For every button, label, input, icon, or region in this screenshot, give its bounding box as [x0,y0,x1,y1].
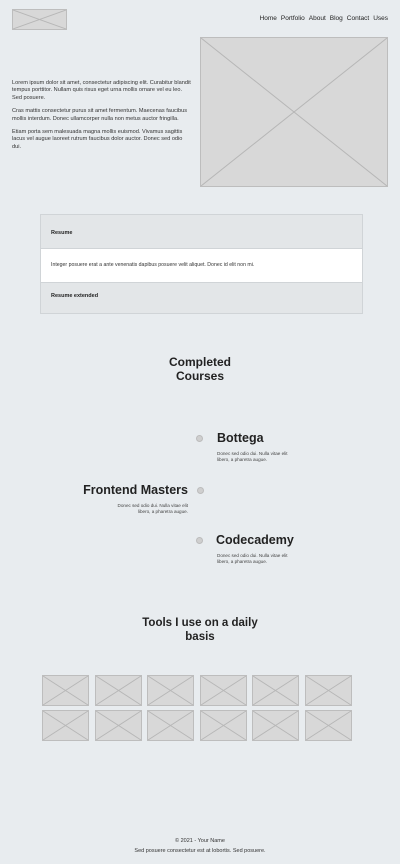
course-description: Donec sed odio dui. Nulla vitae elit lib… [217,451,288,462]
intro-paragraph: Cras mattis consectetur purus sit amet f… [12,108,188,122]
timeline-dot [197,487,204,494]
resume-accordion-header[interactable]: Resume [41,215,362,249]
hero-image [200,37,388,187]
nav-uses-link[interactable]: Uses [373,15,388,22]
tool-image [252,675,299,706]
tools-title-line: Tools I use on a daily [142,617,258,629]
nav-portfolio-link[interactable]: Portfolio [281,15,305,22]
tool-image [200,675,247,706]
nav-contact-link[interactable]: Contact [347,15,369,22]
timeline-dot [196,435,203,442]
courses-title: Completed Courses [0,355,400,384]
logo-image[interactable] [12,9,67,30]
resume-extended-header[interactable]: Resume extended [41,282,362,313]
tool-image [252,710,299,741]
page-footer: © 2021 - Your Name Sed posuere consectet… [0,838,400,858]
tools-title-line: basis [185,630,215,643]
tool-image [42,710,89,741]
nav-blog-link[interactable]: Blog [330,15,343,22]
tool-image [95,675,142,706]
courses-title-line: Courses [175,368,225,383]
course-description: Donec sed odio dui. Nulla vitae elit lib… [217,553,288,564]
tool-image [305,710,352,741]
nav-about-link[interactable]: About [309,15,326,22]
tools-title: Tools I use on a daily basis [0,617,400,645]
main-nav: Home Portfolio About Blog Contact Uses [260,15,388,22]
intro-text: Lorem ipsum dolor sit amet, consectetur … [12,80,192,157]
resume-accordion: Resume Integer posuere erat a ante venen… [40,214,363,314]
intro-paragraph: Etiam porta sem malesuada magna mollis e… [12,128,183,150]
tool-image [147,675,194,706]
intro-paragraph: Lorem ipsum dolor sit amet, consectetur … [12,80,191,101]
nav-home-link[interactable]: Home [260,15,277,22]
course-description: Donec sed odio dui. Nulla vitae elit lib… [117,503,188,514]
footer-copyright: © 2021 - Your Name [175,838,225,844]
course-title: Codecademy [216,533,294,547]
footer-tagline: Sed posuere consectetur est at lobortis.… [134,848,266,854]
course-title: Bottega [217,431,264,445]
tool-image [95,710,142,741]
course-title: Frontend Masters [83,483,188,497]
timeline-dot [196,537,203,544]
tool-image [200,710,247,741]
tool-image [147,710,194,741]
tool-image [305,675,352,706]
courses-title-line: Completed [168,355,231,369]
resume-accordion-body: Integer posuere erat a ante venenatis da… [41,249,362,282]
tool-image [42,675,89,706]
